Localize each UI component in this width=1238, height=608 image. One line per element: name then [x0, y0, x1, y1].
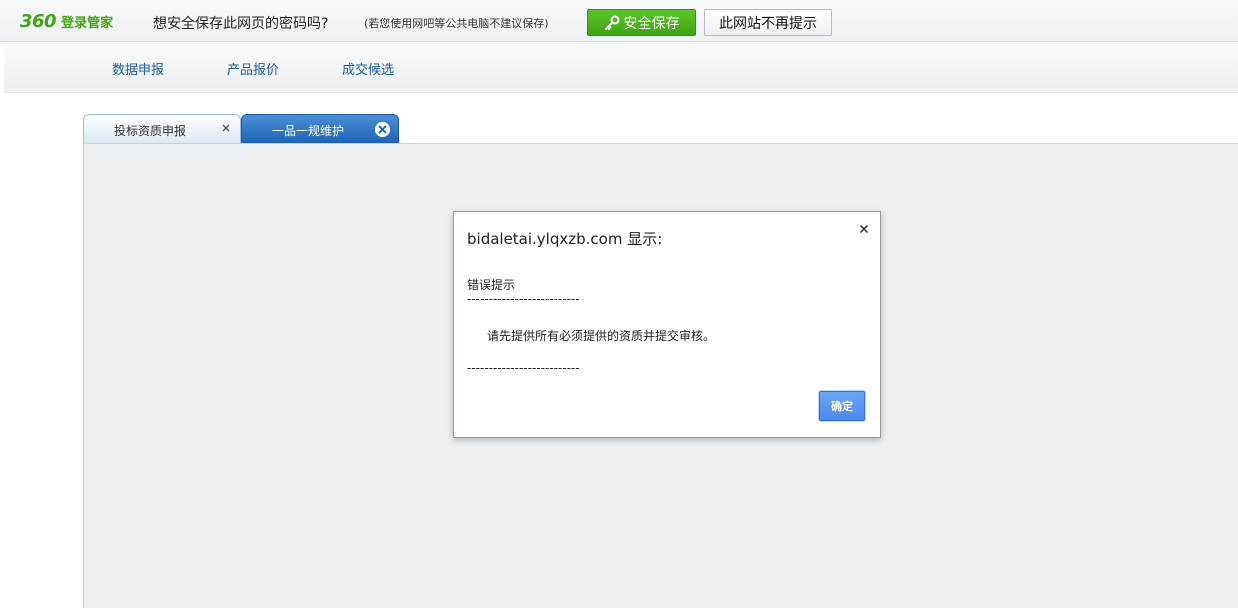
tab-product-spec-maintenance[interactable]: 一品一规维护 [241, 114, 399, 143]
safe-save-label: 安全保存 [623, 15, 680, 32]
menu-item-product-quote[interactable]: 产品报价 [227, 59, 279, 78]
key-icon [604, 15, 620, 31]
never-prompt-button[interactable]: 此网站不再提示 [704, 9, 832, 36]
separator-bottom: -------------------------- [467, 361, 580, 375]
top-menu: 数据申报 产品报价 成交候选 [4, 43, 1238, 93]
safe-save-button[interactable]: 安全保存 [587, 9, 696, 36]
tab-label: 投标资质申报 [114, 124, 187, 138]
save-password-question: 想安全保存此网页的密码吗? [153, 16, 329, 32]
ok-button[interactable]: 确定 [819, 391, 865, 421]
tab-qualification-report[interactable]: 投标资质申报 [83, 114, 241, 143]
alert-dialog: bidaletai.ylqxzb.com 显示: 错误提示 ----------… [453, 211, 881, 438]
close-circle-icon[interactable] [375, 122, 390, 137]
tab-label: 一品一规维护 [272, 124, 345, 138]
error-message: 请先提供所有必须提供的资质并提交审核。 [487, 329, 716, 343]
close-icon[interactable] [221, 121, 231, 135]
separator-top: -------------------------- [467, 292, 580, 306]
menu-item-data-report[interactable]: 数据申报 [112, 59, 164, 78]
logo-number: 360 [20, 10, 57, 32]
360-logo: 360 登录管家 [20, 10, 114, 32]
public-computer-hint: (若您使用网吧等公共电脑不建议保存) [364, 17, 549, 30]
password-save-bar: 360 登录管家 想安全保存此网页的密码吗? (若您使用网吧等公共电脑不建议保存… [0, 0, 1238, 42]
error-heading: 错误提示 [467, 278, 516, 292]
dialog-title: bidaletai.ylqxzb.com 显示: [467, 230, 663, 248]
logo-text: 登录管家 [61, 15, 114, 31]
menu-item-deal-candidates[interactable]: 成交候选 [342, 59, 394, 78]
close-icon[interactable] [858, 220, 870, 234]
